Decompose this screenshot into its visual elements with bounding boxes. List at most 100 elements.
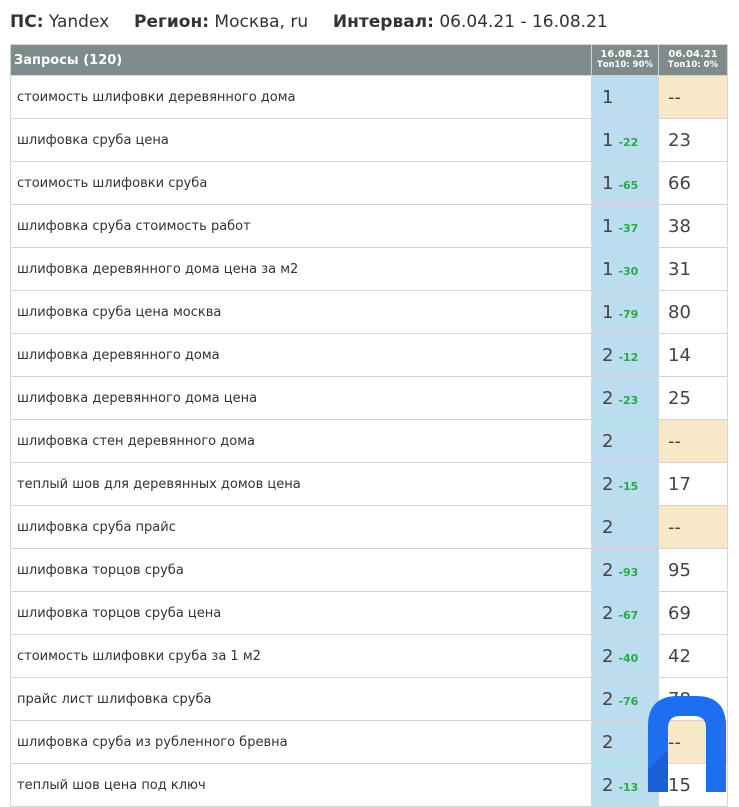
position-value: 2 <box>602 559 614 581</box>
table-header-row: Запросы (120) 16.08.21 Топ10: 90% 06.04.… <box>10 44 728 76</box>
query-cell: стоимость шлифовки сруба за 1 м2 <box>10 634 592 678</box>
date-1: 16.08.21 <box>600 49 650 60</box>
previous-position-cell: -- <box>658 419 728 463</box>
query-cell: шлифовка деревянного дома цена за м2 <box>10 247 592 291</box>
current-position-cell: 1 -30 <box>591 247 659 291</box>
table-row: стоимость шлифовки сруба 1 -65 66 <box>10 161 728 205</box>
position-value: 1 <box>602 215 614 237</box>
previous-position-value: 14 <box>668 344 691 366</box>
table-row: шлифовка торцов сруба 2 -93 95 <box>10 548 728 592</box>
previous-position-cell: 80 <box>658 290 728 334</box>
table-row: шлифовка сруба прайс 2 -- <box>10 505 728 549</box>
query-cell: стоимость шлифовки сруба <box>10 161 592 205</box>
position-value: 2 <box>602 516 614 538</box>
current-position-cell: 2 <box>591 419 659 463</box>
query-cell: шлифовка сруба стоимость работ <box>10 204 592 248</box>
previous-position-value: 66 <box>668 172 691 194</box>
previous-position-cell: 42 <box>658 634 728 678</box>
table-row: прайс лист шлифовка сруба2-7678 <box>10 677 728 721</box>
query-cell: шлифовка стен деревянного дома <box>10 419 592 463</box>
current-position-cell: 2 -15 <box>591 462 659 506</box>
query-cell: шлифовка деревянного дома <box>10 333 592 377</box>
position-value: 2 <box>602 387 614 409</box>
top10-2: Топ10: 0% <box>667 60 719 70</box>
previous-position-cell: 95 <box>658 548 728 592</box>
position-delta: -30 <box>618 264 639 278</box>
ps-value: Yandex <box>48 12 110 32</box>
position-value: 2 <box>602 430 614 452</box>
position-delta: -15 <box>618 479 639 493</box>
table-row: шлифовка сруба стоимость работ 1 -37 38 <box>10 204 728 248</box>
position-value: 1 <box>602 258 614 280</box>
position-value: 1 <box>602 172 614 194</box>
current-position-cell: 2 -12 <box>591 333 659 377</box>
query-cell: шлифовка торцов сруба цена <box>10 591 592 635</box>
previous-position-cell: 31 <box>658 247 728 291</box>
previous-position-value: 25 <box>668 387 691 409</box>
previous-position-value: -- <box>668 516 681 538</box>
current-position-cell: 2 -23 <box>591 376 659 420</box>
current-position-cell: 1 -37 <box>591 204 659 248</box>
position-value: 2 <box>602 731 614 753</box>
position-value: 1 <box>602 129 614 151</box>
previous-position-cell: 23 <box>658 118 728 162</box>
position-value: 2 <box>602 344 614 366</box>
position-delta: -13 <box>618 780 639 794</box>
previous-position-value: 42 <box>668 645 691 667</box>
current-position-cell: 2 -67 <box>591 591 659 635</box>
ps-label: ПС: <box>10 12 44 32</box>
query-cell: прайс лист шлифовка сруба <box>10 677 592 721</box>
previous-position-cell: 38 <box>658 204 728 248</box>
table-row: шлифовка сруба из рубленного бревна 2 -- <box>10 720 728 764</box>
table-row: шлифовка стен деревянного дома 2 -- <box>10 419 728 463</box>
current-position-cell: 1 <box>591 75 659 119</box>
interval-label: Интервал: <box>332 12 434 32</box>
position-value: 1 <box>602 301 614 323</box>
position-value: 2 <box>602 645 614 667</box>
position-delta: -22 <box>618 135 639 149</box>
query-cell: шлифовка торцов сруба <box>10 548 592 592</box>
position-delta: -37 <box>618 221 639 235</box>
table-row: шлифовка деревянного дома цена за м2 1 -30… <box>10 247 728 291</box>
position-value: 2 <box>602 774 614 796</box>
previous-position-cell: -- <box>658 505 728 549</box>
query-cell: теплый шов цена под ключ <box>10 763 592 807</box>
previous-position-value: 38 <box>668 215 691 237</box>
position-value: 2 <box>602 688 614 710</box>
table-row: теплый шов цена под ключ 2 -13 15 <box>10 763 728 807</box>
current-position-cell: 1 -65 <box>591 161 659 205</box>
table-row: шлифовка сруба цена москва 1 -79 80 <box>10 290 728 334</box>
report-header: ПС: Yandex Регион: Москва, ru Интервал: … <box>10 12 608 32</box>
date-column-header-2[interactable]: 06.04.21 Топ10: 0% <box>658 44 728 76</box>
current-position-cell: 2 -40 <box>591 634 659 678</box>
current-position-cell: 1 -22 <box>591 118 659 162</box>
position-delta: -79 <box>618 307 639 321</box>
table-row: теплый шов для деревянных домов цена 2 -15… <box>10 462 728 506</box>
position-value: 1 <box>602 86 614 108</box>
previous-position-value: 23 <box>668 129 691 151</box>
queries-column-header[interactable]: Запросы (120) <box>10 44 592 76</box>
position-delta: -76 <box>618 694 639 708</box>
date-column-header-1[interactable]: 16.08.21 Топ10: 90% <box>591 44 659 76</box>
previous-position-value: 17 <box>668 473 691 495</box>
top10-1: Топ10: 90% <box>596 60 654 70</box>
table-row: шлифовка сруба цена 1 -22 23 <box>10 118 728 162</box>
previous-position-value: 95 <box>668 559 691 581</box>
previous-position-value: 69 <box>668 602 691 624</box>
previous-position-value: -- <box>668 430 681 452</box>
previous-position-value: 80 <box>668 301 691 323</box>
query-cell: стоимость шлифовки деревянного дома <box>10 75 592 119</box>
positions-table: Запросы (120) 16.08.21 Топ10: 90% 06.04.… <box>10 44 728 807</box>
position-delta: -40 <box>618 651 639 665</box>
previous-position-cell: -- <box>658 75 728 119</box>
query-cell: шлифовка сруба цена <box>10 118 592 162</box>
previous-position-value: -- <box>668 86 681 108</box>
position-delta: -67 <box>618 608 639 622</box>
date-2: 06.04.21 <box>668 49 718 60</box>
current-position-cell: 2 -93 <box>591 548 659 592</box>
table-row: шлифовка деревянного дома 2 -12 14 <box>10 333 728 377</box>
table-row: стоимость шлифовки деревянного дома 1 -- <box>10 75 728 119</box>
previous-position-value: 31 <box>668 258 691 280</box>
region-label: Регион: <box>133 12 209 32</box>
brand-logo-icon <box>648 696 726 792</box>
